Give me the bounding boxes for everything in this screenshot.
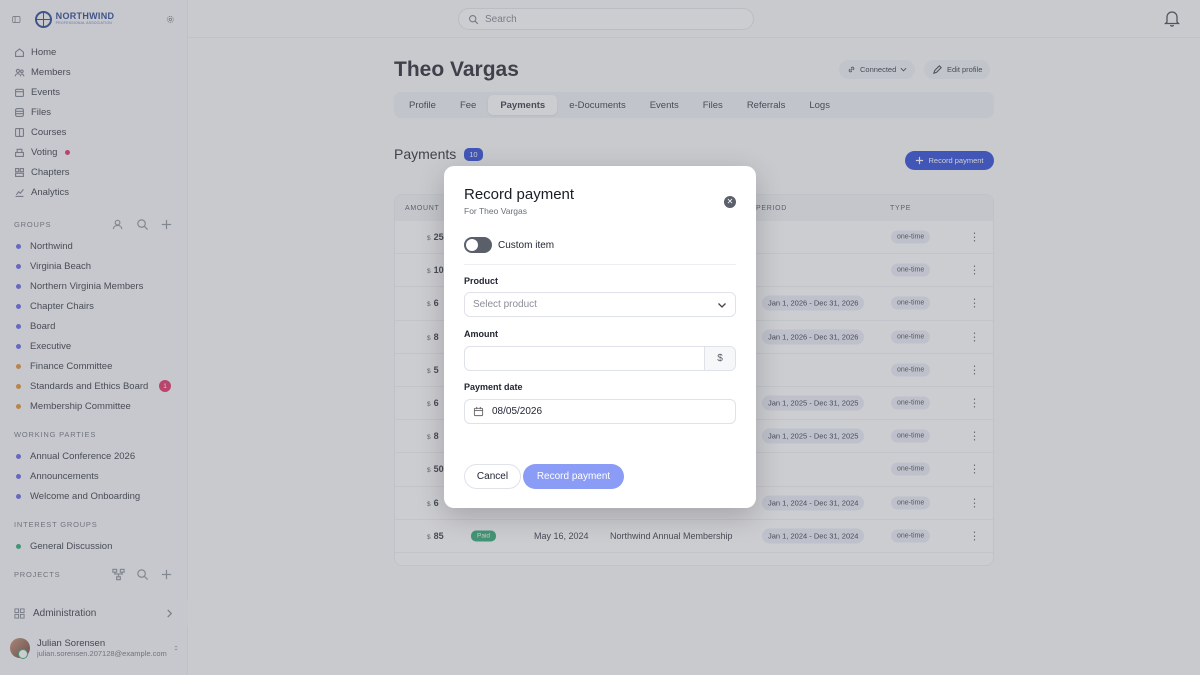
payment-date-input[interactable]: 08/05/2026 [464,399,736,424]
dialog-title: Record payment [464,186,575,203]
calendar-icon [473,406,484,417]
cancel-button[interactable]: Cancel [464,464,521,489]
record-payment-dialog: Record payment For Theo Vargas ✕ Custom … [444,166,756,508]
close-icon[interactable]: ✕ [724,196,736,208]
submit-record-payment-button[interactable]: Record payment [523,464,624,489]
amount-label: Amount [464,329,498,339]
payment-date-label: Payment date [464,382,523,392]
dialog-subtitle: For Theo Vargas [464,206,527,216]
amount-input[interactable]: $ [464,346,736,371]
chevron-down-icon [718,302,726,308]
payment-date-value: 08/05/2026 [492,406,543,417]
custom-item-toggle[interactable] [464,237,492,253]
divider [464,264,736,265]
currency-suffix: $ [704,347,735,370]
app-window: NORTHWIND PROFESSIONAL ASSOCIATION Home M… [0,0,1200,675]
product-select[interactable]: Select product [464,292,736,317]
product-placeholder: Select product [473,299,537,310]
custom-item-label: Custom item [498,240,555,251]
product-label: Product [464,276,499,286]
